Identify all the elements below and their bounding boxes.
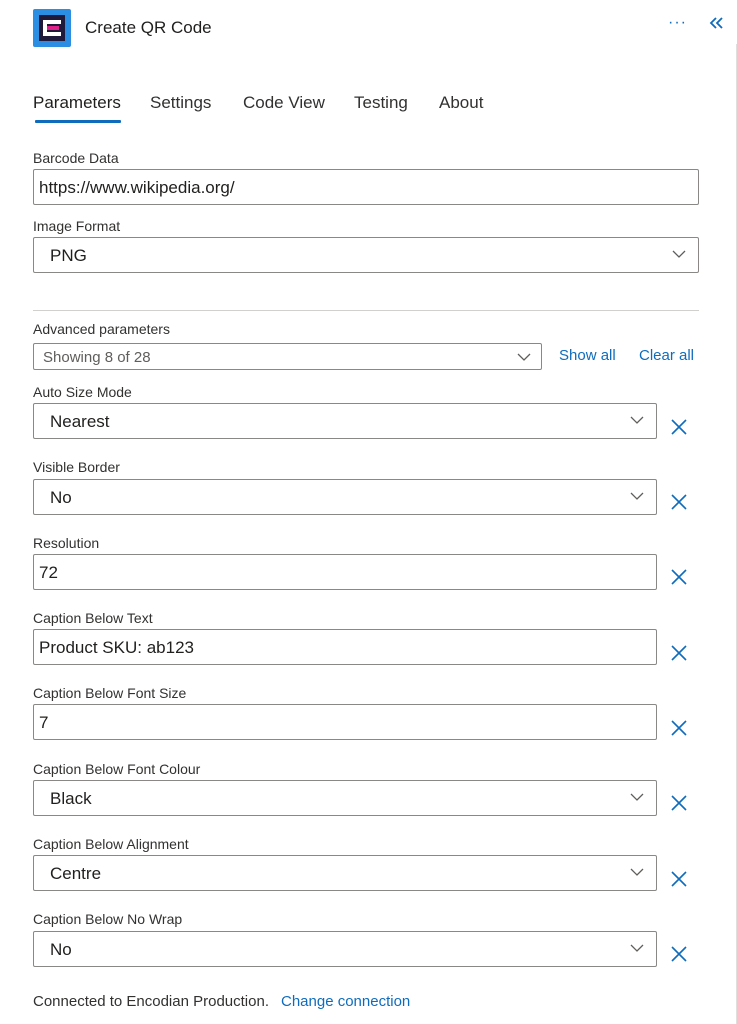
image-format-value: PNG [50, 246, 87, 265]
caption-below-no-wrap-label: Caption Below No Wrap [33, 911, 183, 927]
remove-visible-border-icon[interactable] [670, 493, 688, 511]
active-tab-indicator [35, 120, 121, 123]
caption-below-text-label: Caption Below Text [33, 610, 153, 626]
visible-border-select[interactable]: No [33, 479, 657, 515]
auto-size-mode-select[interactable]: Nearest [33, 403, 657, 439]
remove-caption-below-font-size-icon[interactable] [670, 719, 688, 737]
image-format-label: Image Format [33, 218, 121, 234]
chevron-down-icon [630, 416, 644, 424]
caption-below-no-wrap-value: No [50, 940, 72, 959]
tab-settings[interactable]: Settings [150, 93, 211, 113]
tab-about[interactable]: About [439, 93, 483, 113]
resolution-label: Resolution [33, 535, 100, 551]
remove-auto-size-mode-icon[interactable] [670, 418, 688, 436]
barcode-data-input[interactable]: https://www.wikipedia.org/ [33, 169, 699, 205]
barcode-data-label: Barcode Data [33, 150, 119, 166]
more-options-icon[interactable]: ··· [668, 14, 687, 32]
remove-caption-below-font-colour-icon[interactable] [670, 794, 688, 812]
chevron-down-icon [672, 250, 686, 258]
chevron-down-icon [630, 944, 644, 952]
visible-border-value: No [50, 488, 72, 507]
tab-testing[interactable]: Testing [354, 93, 408, 113]
advanced-parameters-select[interactable]: Showing 8 of 28 [33, 343, 542, 370]
chevron-down-icon [517, 353, 531, 361]
remove-caption-below-no-wrap-icon[interactable] [670, 945, 688, 963]
chevron-down-icon [630, 492, 644, 500]
collapse-panel-icon[interactable] [707, 13, 727, 33]
chevron-down-icon [630, 793, 644, 801]
show-all-link[interactable]: Show all [559, 347, 616, 364]
change-connection-link[interactable]: Change connection [281, 993, 410, 1010]
clear-all-link[interactable]: Clear all [639, 347, 694, 364]
advanced-parameters-summary: Showing 8 of 28 [43, 349, 151, 366]
connection-status: Connected to Encodian Production. [33, 993, 269, 1010]
caption-below-text-value: Product SKU: ab123 [39, 638, 194, 657]
caption-below-alignment-value: Centre [50, 864, 102, 883]
caption-below-text-input[interactable]: Product SKU: ab123 [33, 629, 657, 665]
section-divider [33, 310, 699, 311]
visible-border-label: Visible Border [33, 459, 120, 475]
caption-below-alignment-select[interactable]: Centre [33, 855, 657, 891]
auto-size-mode-label: Auto Size Mode [33, 384, 132, 400]
caption-below-font-colour-label: Caption Below Font Colour [33, 761, 201, 777]
remove-caption-below-alignment-icon[interactable] [670, 870, 688, 888]
remove-resolution-icon[interactable] [670, 568, 688, 586]
advanced-parameters-label: Advanced parameters [33, 321, 170, 337]
tab-code-view[interactable]: Code View [243, 93, 325, 113]
auto-size-mode-value: Nearest [50, 412, 110, 431]
chevron-down-icon [630, 868, 644, 876]
caption-below-font-size-label: Caption Below Font Size [33, 685, 187, 701]
resolution-input[interactable]: 72 [33, 554, 657, 590]
caption-below-no-wrap-select[interactable]: No [33, 931, 657, 967]
resolution-value: 72 [39, 563, 58, 582]
caption-below-font-size-input[interactable]: 7 [33, 704, 657, 740]
tab-parameters[interactable]: Parameters [33, 93, 121, 113]
caption-below-alignment-label: Caption Below Alignment [33, 836, 189, 852]
action-title: Create QR Code [85, 18, 212, 37]
remove-caption-below-text-icon[interactable] [670, 644, 688, 662]
caption-below-font-colour-value: Black [50, 789, 92, 808]
panel-header: Create QR Code ··· [0, 0, 737, 60]
barcode-data-value: https://www.wikipedia.org/ [39, 178, 235, 197]
encodian-logo [33, 9, 71, 47]
image-format-select[interactable]: PNG [33, 237, 699, 273]
caption-below-font-size-value: 7 [39, 713, 49, 732]
caption-below-font-colour-select[interactable]: Black [33, 780, 657, 816]
